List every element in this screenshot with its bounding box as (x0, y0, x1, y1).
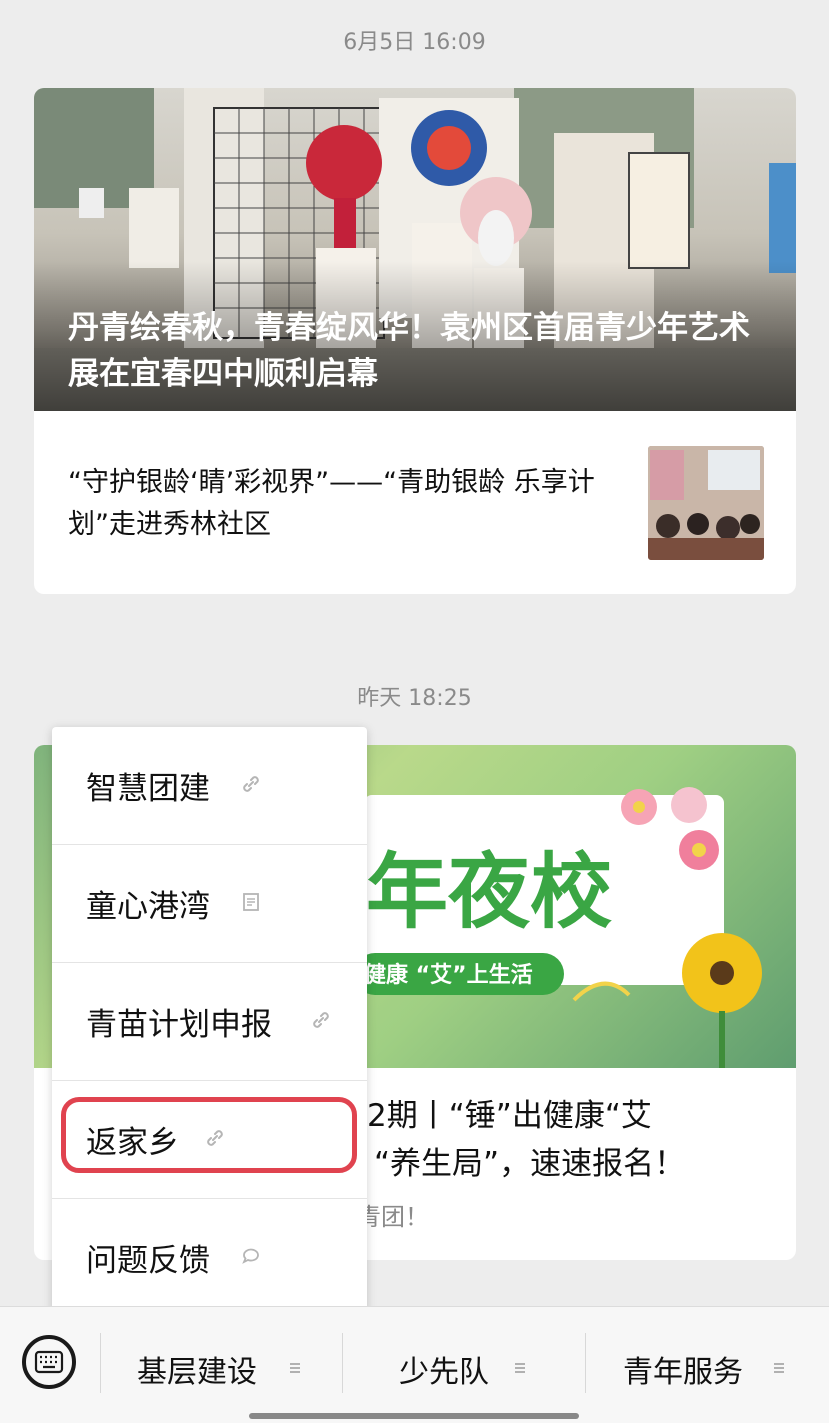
article-hero-image[interactable]: 丹青绘春秋，青春绽风华！袁州区首届青少年艺术展在宜春四中顺利启幕 (34, 88, 796, 411)
tab-young-pioneers[interactable]: 少先队 (342, 1307, 585, 1423)
article-sub-title[interactable]: “守护银龄‘睛’彩视界”——“青助银龄 乐享计划”走进秀林社区 (68, 462, 628, 546)
audience-photo (648, 446, 764, 560)
tab-grassroots[interactable]: 基层建设 (100, 1307, 342, 1423)
timestamp: 6月5日 16:09 (343, 30, 486, 55)
keyboard-icon[interactable] (22, 1335, 76, 1389)
menu-lines-icon (773, 1359, 785, 1373)
timestamp: 昨天 18:25 (357, 686, 472, 711)
svg-text:健康 “艾”上生活: 健康 “艾”上生活 (364, 962, 533, 988)
menu-item-label: 青苗计划申报 (86, 1007, 272, 1043)
submenu-popup: 智慧团建 童心港湾 青苗计划申报 返家乡 问题反馈 (52, 727, 367, 1315)
article-card-1[interactable]: 丹青绘春秋，青春绽风华！袁州区首届青少年艺术展在宜春四中顺利启幕 “守护银龄‘睛… (34, 88, 796, 594)
menu-item-label: 智慧团建 (86, 771, 210, 807)
article-title-line1[interactable]: 2期丨“锤”出健康“艾 (367, 1093, 652, 1139)
svg-text:年夜校: 年夜校 (366, 845, 612, 940)
tab-label: 少先队 (399, 1355, 489, 1390)
menu-item-seedling-plan[interactable]: 青苗计划申报 (52, 963, 367, 1081)
article-hero-title[interactable]: 丹青绘春秋，青春绽风华！袁州区首届青少年艺术展在宜春四中顺利启幕 (68, 305, 768, 397)
menu-item-smart-league[interactable]: 智慧团建 (52, 727, 367, 845)
tab-label: 青年服务 (623, 1355, 743, 1390)
tab-label: 基层建设 (137, 1355, 257, 1390)
home-indicator[interactable] (249, 1413, 579, 1419)
menu-item-label: 问题反馈 (86, 1243, 210, 1279)
chat-icon (240, 1245, 262, 1267)
menu-lines-icon (514, 1359, 526, 1373)
highlight-outline (61, 1097, 357, 1173)
bottom-menu-bar: 基层建设 少先队 青年服务 (0, 1306, 829, 1423)
menu-item-feedback[interactable]: 问题反馈 (52, 1199, 367, 1315)
tab-youth-service[interactable]: 青年服务 (585, 1307, 829, 1423)
article-title-line2[interactable]: “养生局”，速速报名！ (374, 1141, 685, 1187)
menu-item-label: 童心港湾 (86, 889, 210, 925)
article-desc: 青团！ (357, 1203, 429, 1231)
article-thumbnail[interactable] (648, 446, 764, 560)
article-icon (240, 891, 262, 913)
menu-lines-icon (289, 1359, 301, 1373)
link-icon (240, 773, 262, 795)
menu-item-child-harbor[interactable]: 童心港湾 (52, 845, 367, 963)
link-icon (310, 1009, 332, 1031)
